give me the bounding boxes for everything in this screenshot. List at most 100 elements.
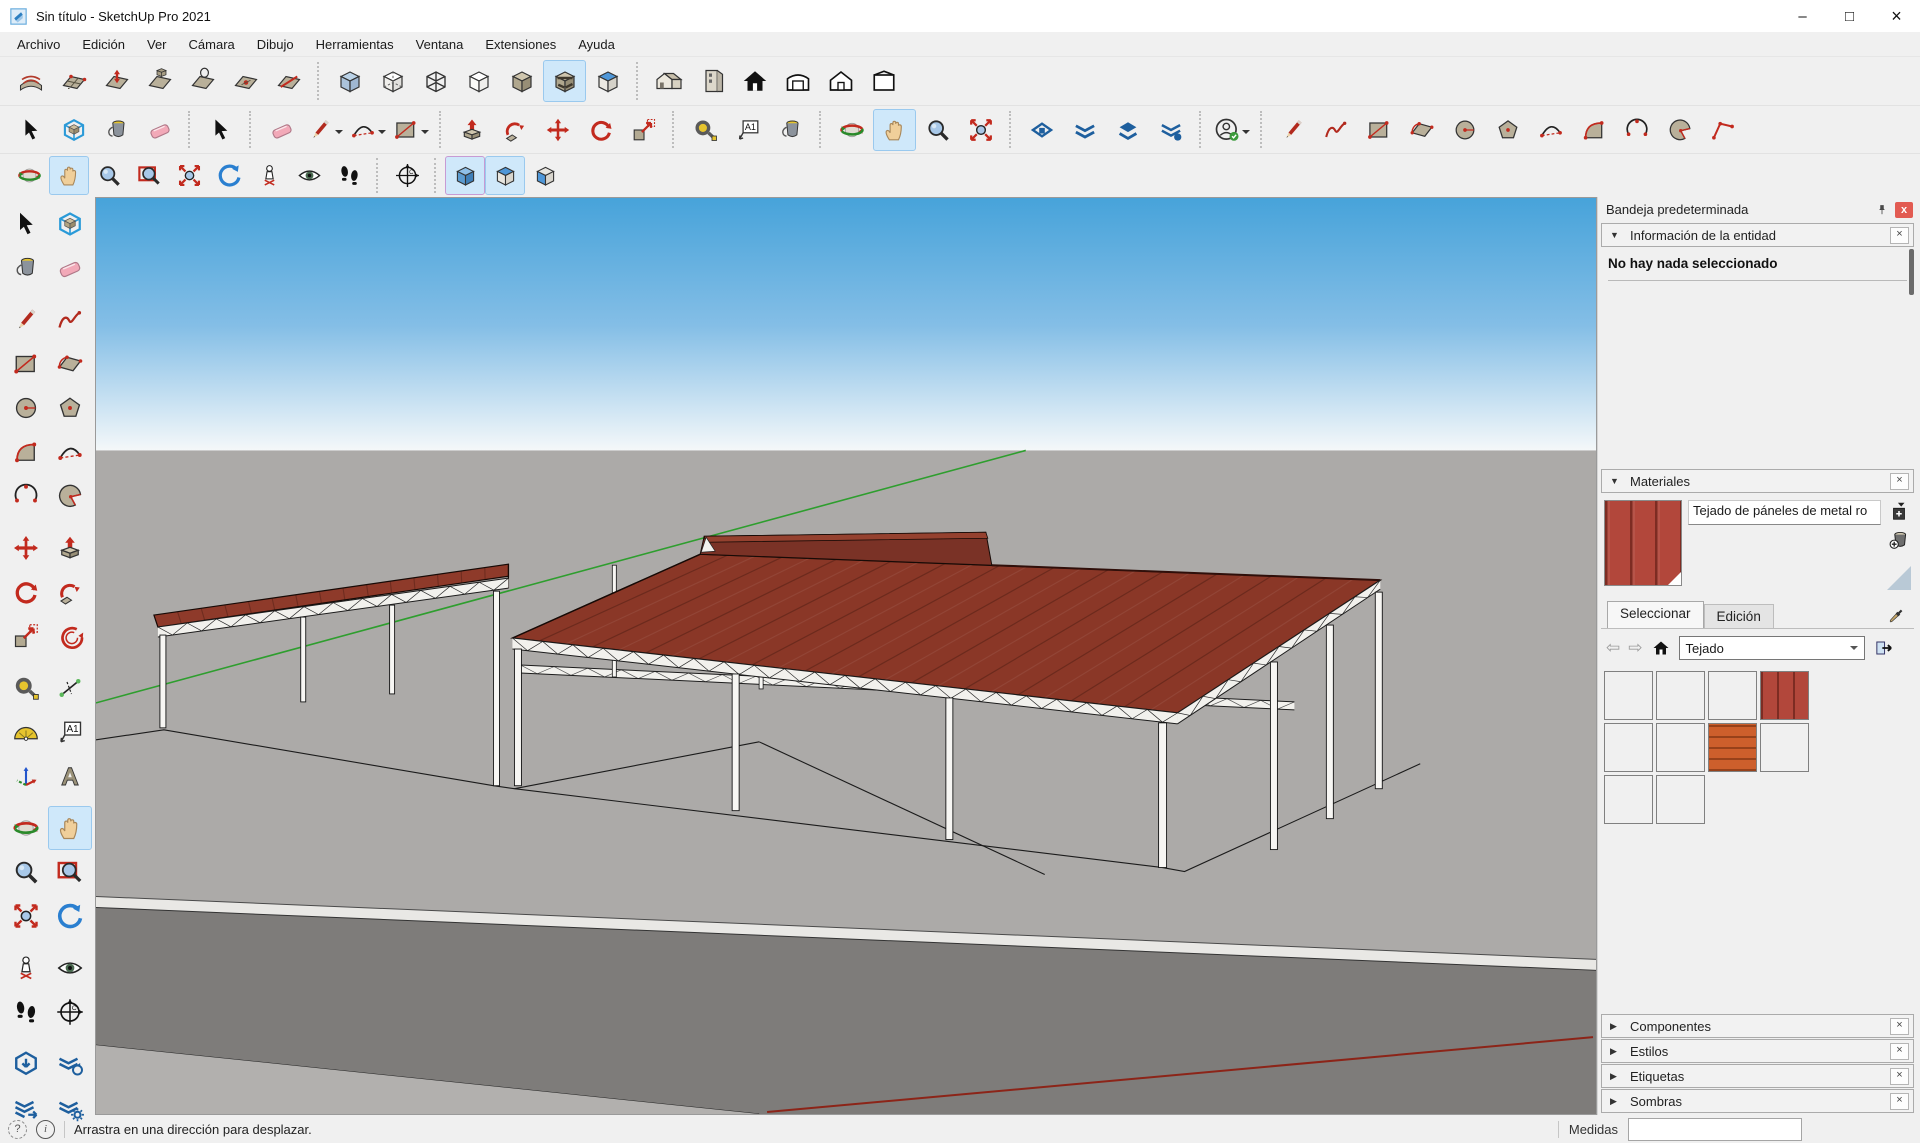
compass-button[interactable]: C	[48, 990, 92, 1034]
monochrome-button[interactable]	[586, 60, 629, 102]
eraser-button[interactable]	[48, 246, 92, 290]
forward-arrow-button[interactable]: ⇨	[1628, 638, 1642, 658]
menu-item-extensiones[interactable]: Extensiones	[474, 34, 567, 55]
pan-button[interactable]	[873, 109, 916, 151]
section-plane-button[interactable]	[1020, 109, 1063, 151]
detach-button[interactable]	[1873, 637, 1895, 659]
circle-button[interactable]	[4, 386, 48, 430]
zoom-button[interactable]	[4, 850, 48, 894]
menu-item-dibujo[interactable]: Dibujo	[246, 34, 305, 55]
material-swatch[interactable]	[1656, 671, 1705, 720]
pan-button[interactable]	[48, 806, 92, 850]
dropdown-arrow-icon[interactable]	[378, 130, 386, 138]
tape-button[interactable]	[4, 666, 48, 710]
scale-button[interactable]	[622, 109, 665, 151]
menu-item-edicion[interactable]: Edición	[71, 34, 136, 55]
tray-close-button[interactable]: x	[1895, 202, 1913, 218]
paint-button[interactable]	[4, 246, 48, 290]
section-header-entity-info[interactable]: ▼ Información de la entidad ×	[1601, 223, 1914, 247]
rotate-button[interactable]	[579, 109, 622, 151]
material-swatch[interactable]	[1760, 671, 1809, 720]
section-close-button[interactable]: ×	[1890, 227, 1909, 244]
followme-button[interactable]	[493, 109, 536, 151]
back-arrow-button[interactable]: ⇦	[1606, 638, 1620, 658]
collection-dropdown[interactable]: Tejado	[1679, 636, 1865, 660]
home-dark-button[interactable]	[733, 60, 776, 102]
menu-item-herramientas[interactable]: Herramientas	[305, 34, 405, 55]
house-outline-button[interactable]	[819, 60, 862, 102]
orbit-button[interactable]	[830, 109, 873, 151]
text-button[interactable]: A1	[48, 710, 92, 754]
stamp-button[interactable]	[138, 60, 181, 102]
eraser-button[interactable]	[138, 109, 181, 151]
text-3d-button[interactable]	[48, 754, 92, 798]
rotate-button[interactable]	[4, 570, 48, 614]
section-close-button[interactable]: ×	[1890, 1043, 1909, 1060]
two-point-arc-button[interactable]	[4, 430, 48, 474]
section-close-button[interactable]: ×	[1890, 1093, 1909, 1110]
polyline-button[interactable]	[1701, 109, 1744, 151]
section-close-button[interactable]: ×	[1890, 1068, 1909, 1085]
collapse-arrow-icon[interactable]: ▼	[1610, 230, 1620, 240]
warehouse-button[interactable]	[776, 60, 819, 102]
user-check-button[interactable]	[1210, 109, 1253, 151]
make-component-button[interactable]	[48, 202, 92, 246]
polygon-button[interactable]	[1486, 109, 1529, 151]
select-button[interactable]	[4, 202, 48, 246]
pushpull-button[interactable]	[48, 526, 92, 570]
eyedropper-icon[interactable]	[1884, 606, 1906, 628]
front-view-button[interactable]	[525, 156, 565, 195]
zoom-window-button[interactable]	[48, 850, 92, 894]
section-header-componentes[interactable]: ▶Componentes×	[1601, 1014, 1914, 1038]
look-around-button[interactable]	[289, 156, 329, 195]
zoom-button[interactable]	[89, 156, 129, 195]
compass-button[interactable]: C	[387, 156, 427, 195]
close-button[interactable]: ×	[1873, 0, 1920, 32]
material-swatch[interactable]	[1604, 671, 1653, 720]
material-swatch[interactable]	[1656, 723, 1705, 772]
sandbox-from-contours-button[interactable]	[9, 60, 52, 102]
zoom-button[interactable]	[916, 109, 959, 151]
scale-button[interactable]	[4, 614, 48, 658]
zoom-extents-button[interactable]	[4, 894, 48, 938]
material-swatch[interactable]	[1604, 723, 1653, 772]
default-material-sample[interactable]	[1887, 566, 1911, 590]
followme-button[interactable]	[48, 570, 92, 614]
tab-edicion[interactable]: Edición	[1704, 604, 1774, 628]
rectangle-button[interactable]	[1357, 109, 1400, 151]
collapse-arrow-icon[interactable]: ▶	[1610, 1021, 1620, 1032]
building-outline-button[interactable]	[862, 60, 905, 102]
section-close-button[interactable]: ×	[1890, 1018, 1909, 1035]
select-button[interactable]	[199, 109, 242, 151]
shaded-button[interactable]	[500, 60, 543, 102]
arc-button[interactable]	[1529, 109, 1572, 151]
tray-scrollbar[interactable]	[1909, 249, 1914, 295]
zoom-window-button[interactable]	[129, 156, 169, 195]
move-button[interactable]	[536, 109, 579, 151]
viewport[interactable]	[95, 197, 1597, 1115]
three-point-arc-button[interactable]	[1615, 109, 1658, 151]
text-button[interactable]: A1	[726, 109, 769, 151]
collapse-arrow-icon[interactable]: ▶	[1610, 1096, 1620, 1107]
section-header-sombras[interactable]: ▶Sombras×	[1601, 1089, 1914, 1113]
axes-button[interactable]	[4, 754, 48, 798]
section-fill-button[interactable]	[1149, 109, 1192, 151]
freehand-button[interactable]	[48, 298, 92, 342]
hidden-line-button[interactable]	[457, 60, 500, 102]
material-name-field[interactable]: Tejado de páneles de metal ro	[1688, 500, 1881, 525]
ext-export-button[interactable]	[4, 1086, 48, 1130]
collapse-arrow-icon[interactable]: ▶	[1610, 1046, 1620, 1057]
sandbox-from-scratch-button[interactable]	[52, 60, 95, 102]
menu-item-ventana[interactable]: Ventana	[405, 34, 475, 55]
orbit-button[interactable]	[9, 156, 49, 195]
pan-button[interactable]	[49, 156, 89, 195]
circle-button[interactable]	[1443, 109, 1486, 151]
ext-download-button[interactable]	[4, 1042, 48, 1086]
walk-button[interactable]	[329, 156, 369, 195]
zoom-previous-button[interactable]	[209, 156, 249, 195]
position-camera-button[interactable]	[249, 156, 289, 195]
back-edges-button[interactable]	[371, 60, 414, 102]
two-point-arc-button[interactable]	[1572, 109, 1615, 151]
tape-button[interactable]	[683, 109, 726, 151]
tab-seleccionar[interactable]: Seleccionar	[1607, 601, 1704, 628]
